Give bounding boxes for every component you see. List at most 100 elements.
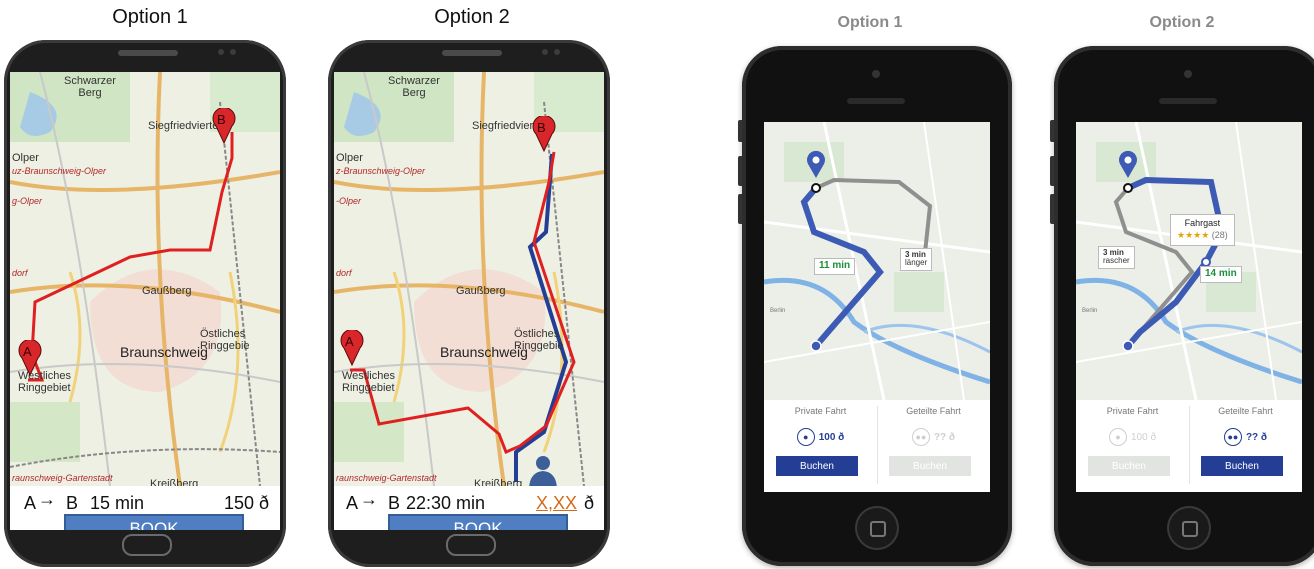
shared-ride-price: ?? ð (933, 431, 956, 443)
private-ride-price: 100 ð (1130, 431, 1157, 443)
private-ride-price-row: ● 100 ð (764, 428, 877, 446)
book-shared-button[interactable]: Buchen (1201, 456, 1283, 476)
shared-ride-price-row: ●● ?? ð (877, 428, 990, 446)
home-button[interactable] (855, 506, 899, 550)
shared-ride-label: Geteilte Fahrt (1218, 406, 1273, 416)
book-shared-button[interactable]: Buchen (889, 456, 971, 476)
phone-screen: Fahrgast ★★★★ (28) 3 min rascher 14 min … (1076, 122, 1302, 492)
book-private-button[interactable]: Buchen (776, 456, 858, 476)
marker-b-label: B (537, 120, 546, 135)
map-label-ringgebiet-east: Östliches Ringgebie (514, 328, 564, 352)
route-map[interactable]: Fahrgast ★★★★ (28) 3 min rascher 14 min … (1076, 122, 1302, 400)
duration-callout: 11 min (814, 258, 856, 275)
map-label-city: Braunschweig (120, 344, 208, 360)
arrow-right-icon: → (360, 489, 378, 509)
map-graphic (10, 72, 280, 486)
alt-route-callout: 3 min länger (900, 248, 933, 271)
route-to: B (66, 493, 79, 513)
iphone-option2: Fahrgast ★★★★ (28) 3 min rascher 14 min … (1050, 46, 1314, 566)
map-label-berlin: Berlin (770, 308, 786, 314)
user-icon: ● (796, 428, 815, 446)
passenger-rating: ★★★★ (28) (1177, 231, 1228, 240)
phone-camera (872, 70, 880, 78)
phone-camera (1184, 70, 1192, 78)
route-map[interactable]: Schwarzer Berg Siegfriedviertel Olper uz… (10, 72, 280, 486)
shared-ride-column[interactable]: Geteilte Fahrt ●● ?? ð Buchen (1189, 400, 1302, 492)
map-label-schwarzer-berg: Schwarzer Berg (64, 75, 116, 99)
home-button[interactable] (1167, 506, 1211, 550)
side-button (1050, 120, 1054, 142)
book-button[interactable]: BOOK (388, 514, 568, 530)
driver-person-icon (529, 456, 557, 486)
duration-callout: 14 min (1200, 266, 1242, 283)
trip-info-row: A → B 22:30 min X,XX ð (334, 489, 604, 515)
alt-route-note: länger (905, 258, 928, 268)
group-icon: ●● (1223, 428, 1242, 446)
map-label-schwarzer-berg: Schwarzer Berg (388, 75, 440, 99)
side-button (738, 156, 742, 186)
home-button[interactable] (446, 534, 496, 556)
map-label-kreissberg: Kreißberg (474, 478, 523, 486)
book-private-button[interactable]: Buchen (1088, 456, 1170, 476)
trip-price-value[interactable]: X,XX (536, 493, 577, 514)
private-ride-price-row: ● 100 ð (1076, 428, 1189, 446)
alt-route-note: rascher (1103, 256, 1130, 266)
star-rating-icon: ★★★★ (1177, 230, 1210, 241)
private-ride-price: 100 ð (818, 431, 845, 443)
map-label-kreissberg: Kreißberg (150, 478, 199, 486)
phone-speaker (1159, 98, 1217, 104)
marker-a-label: A (345, 334, 354, 349)
phone-speaker (118, 50, 178, 56)
map-graphic (764, 122, 990, 400)
map-label-olper-street: z-Braunschweig-Olper (336, 166, 426, 176)
android-phone-option1: Schwarzer Berg Siegfriedviertel Olper uz… (4, 40, 286, 567)
phone-screen: 11 min 3 min länger Berlin Private Fahrt… (764, 122, 990, 492)
private-ride-column[interactable]: Private Fahrt ● 100 ð Buchen (764, 400, 877, 492)
phone-camera (218, 49, 224, 55)
phone-camera (542, 49, 548, 55)
route-map[interactable]: 11 min 3 min länger Berlin (764, 122, 990, 400)
ride-options-panel: Private Fahrt ● 100 ð Buchen Geteilte Fa… (764, 400, 990, 492)
map-label-olper2: g-Olper (12, 196, 43, 206)
home-square-icon (1182, 521, 1198, 537)
private-ride-label: Private Fahrt (794, 406, 847, 416)
private-ride-column[interactable]: Private Fahrt ● 100 ð Buchen (1076, 400, 1189, 492)
iphone-option1: 11 min 3 min länger Berlin Private Fahrt… (738, 46, 1012, 566)
map-label-gartenstadt: raunschweig-Gartenstadt (336, 473, 437, 483)
map-label-gartenstadt: raunschweig-Gartenstadt (12, 473, 113, 483)
phone-sensor (554, 49, 560, 55)
left-option2-heading: Option 2 (434, 6, 510, 28)
route-to: B (388, 493, 401, 513)
group-icon: ●● (911, 428, 930, 446)
map-label-olper: Olper (336, 152, 363, 164)
phone-screen: Schwarzer Berg Siegfriedviertel Olper uz… (10, 72, 280, 530)
trip-price: 150 ð (224, 493, 270, 513)
trip-price-unit: ð (584, 493, 595, 513)
map-label-dorf: dorf (12, 268, 28, 278)
home-square-icon (870, 521, 886, 537)
side-button (1050, 194, 1054, 224)
home-button[interactable] (122, 534, 172, 556)
passenger-callout: Fahrgast ★★★★ (28) (1170, 214, 1235, 246)
route-from: A (24, 493, 37, 513)
route-map[interactable]: Schwarzer Berg Siegfriedviertel Olper z-… (334, 72, 604, 486)
shared-ride-label: Geteilte Fahrt (906, 406, 961, 416)
trip-duration: 15 min (90, 493, 145, 513)
map-label-berlin: Berlin (1082, 308, 1098, 314)
map-label-gaussberg: Gaußberg (142, 285, 192, 297)
phone-speaker (442, 50, 502, 56)
map-label-olper2: -Olper (336, 196, 362, 206)
shared-ride-column[interactable]: Geteilte Fahrt ●● ?? ð Buchen (877, 400, 990, 492)
android-phone-option2: Schwarzer Berg Siegfriedviertel Olper z-… (328, 40, 610, 567)
shared-ride-price: ?? ð (1245, 431, 1268, 443)
side-button (1050, 156, 1054, 186)
right-option1-heading: Option 1 (837, 14, 903, 31)
user-icon: ● (1108, 428, 1127, 446)
arrow-right-icon: → (38, 489, 56, 509)
private-ride-label: Private Fahrt (1106, 406, 1159, 416)
trip-duration: 22:30 min (406, 493, 486, 513)
book-button[interactable]: BOOK (64, 514, 244, 530)
ride-options-panel: Private Fahrt ● 100 ð Buchen Geteilte Fa… (1076, 400, 1302, 492)
alt-route-callout: 3 min rascher (1098, 246, 1135, 269)
side-button (738, 194, 742, 224)
